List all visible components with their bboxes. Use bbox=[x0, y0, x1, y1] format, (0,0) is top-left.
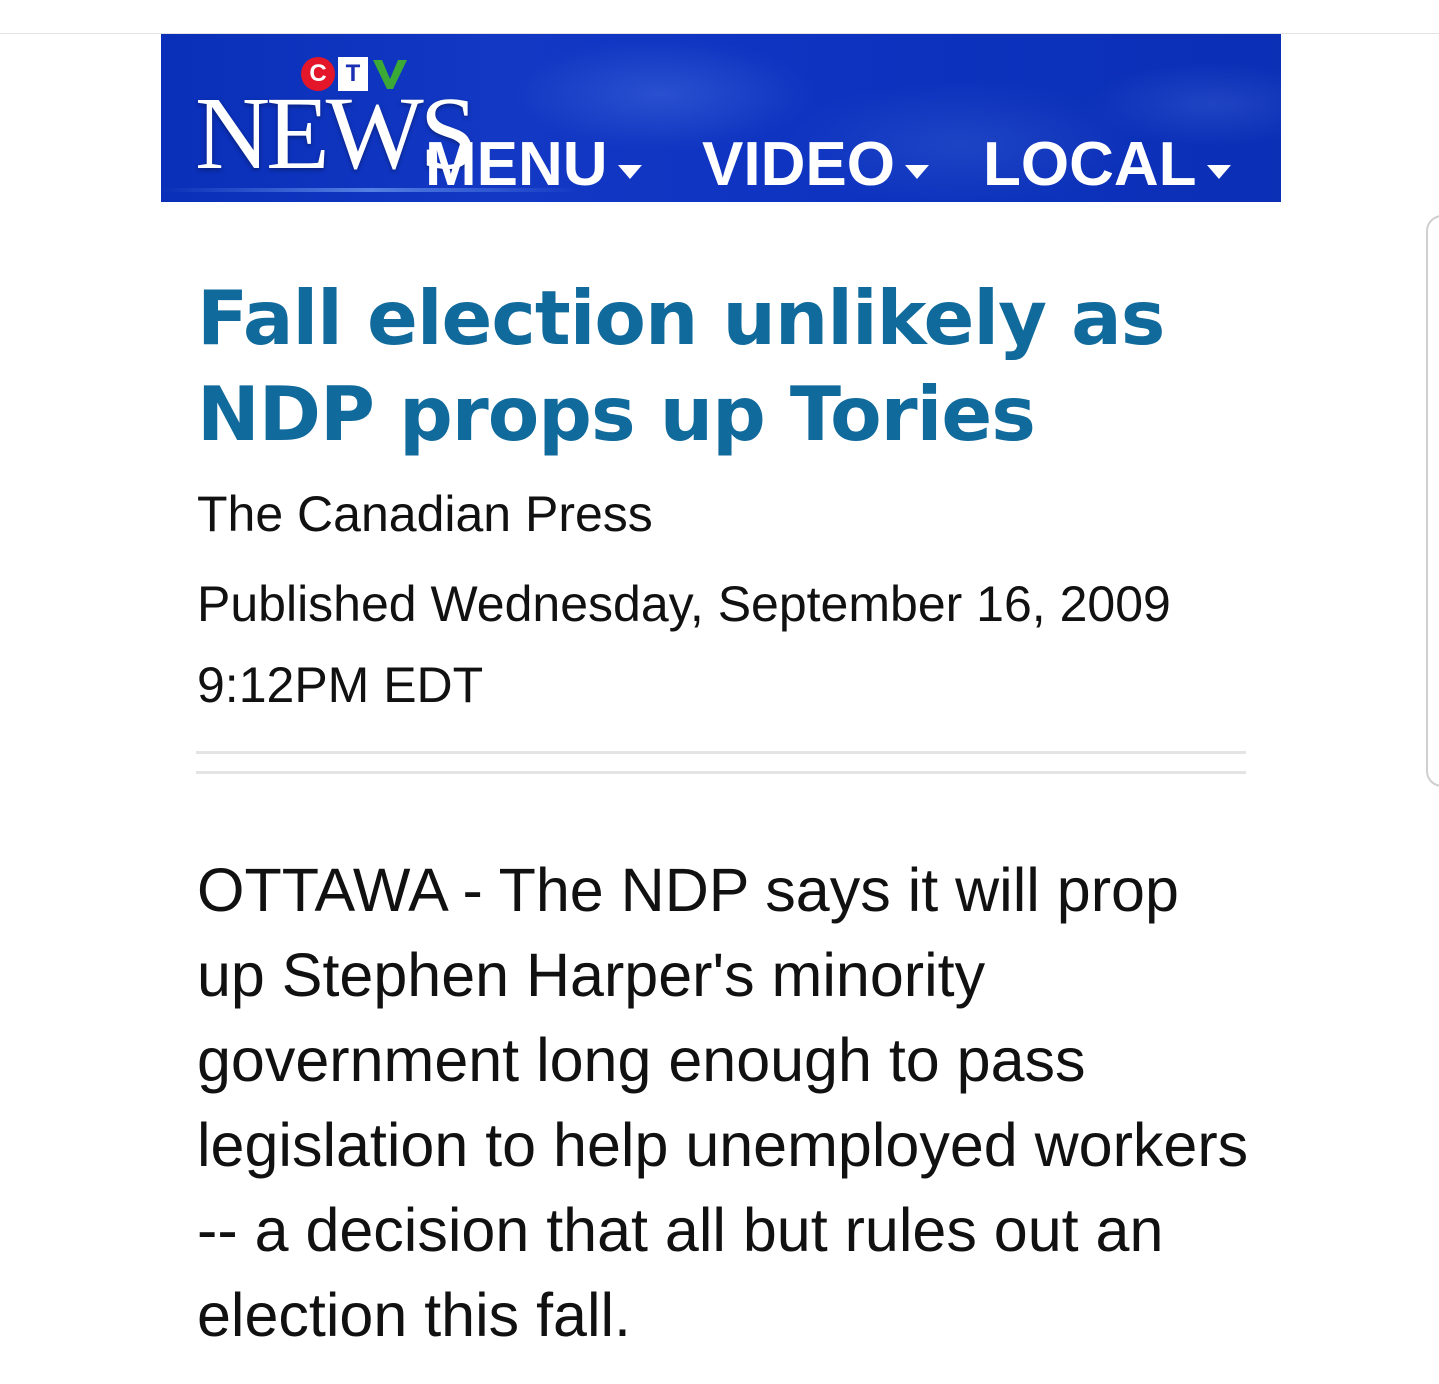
chevron-down-icon bbox=[617, 165, 642, 179]
edge-panel-handle[interactable] bbox=[1426, 215, 1439, 787]
nav-menu[interactable]: MENU bbox=[425, 134, 642, 196]
site-header: C T NEWS MENU VIDEO LOCAL bbox=[161, 34, 1281, 202]
nav-local[interactable]: LOCAL bbox=[983, 134, 1231, 196]
article-headline: Fall election unlikely as NDP props up T… bbox=[197, 274, 1165, 458]
nav-video[interactable]: VIDEO bbox=[702, 134, 929, 196]
chevron-down-icon bbox=[1206, 165, 1231, 179]
divider bbox=[196, 751, 1246, 754]
divider bbox=[196, 771, 1246, 774]
ctv-news-logo[interactable]: C T NEWS bbox=[195, 54, 478, 194]
chevron-down-icon bbox=[904, 165, 929, 179]
nav-video-label: VIDEO bbox=[702, 130, 895, 199]
article-body: OTTAWA - The NDP says it will prop up St… bbox=[197, 856, 1249, 1349]
article-published-date: Published Wednesday, September 16, 2009 … bbox=[197, 576, 1171, 713]
nav-menu-label: MENU bbox=[425, 130, 608, 199]
article-source: The Canadian Press bbox=[197, 486, 653, 542]
nav-local-label: LOCAL bbox=[983, 130, 1197, 199]
